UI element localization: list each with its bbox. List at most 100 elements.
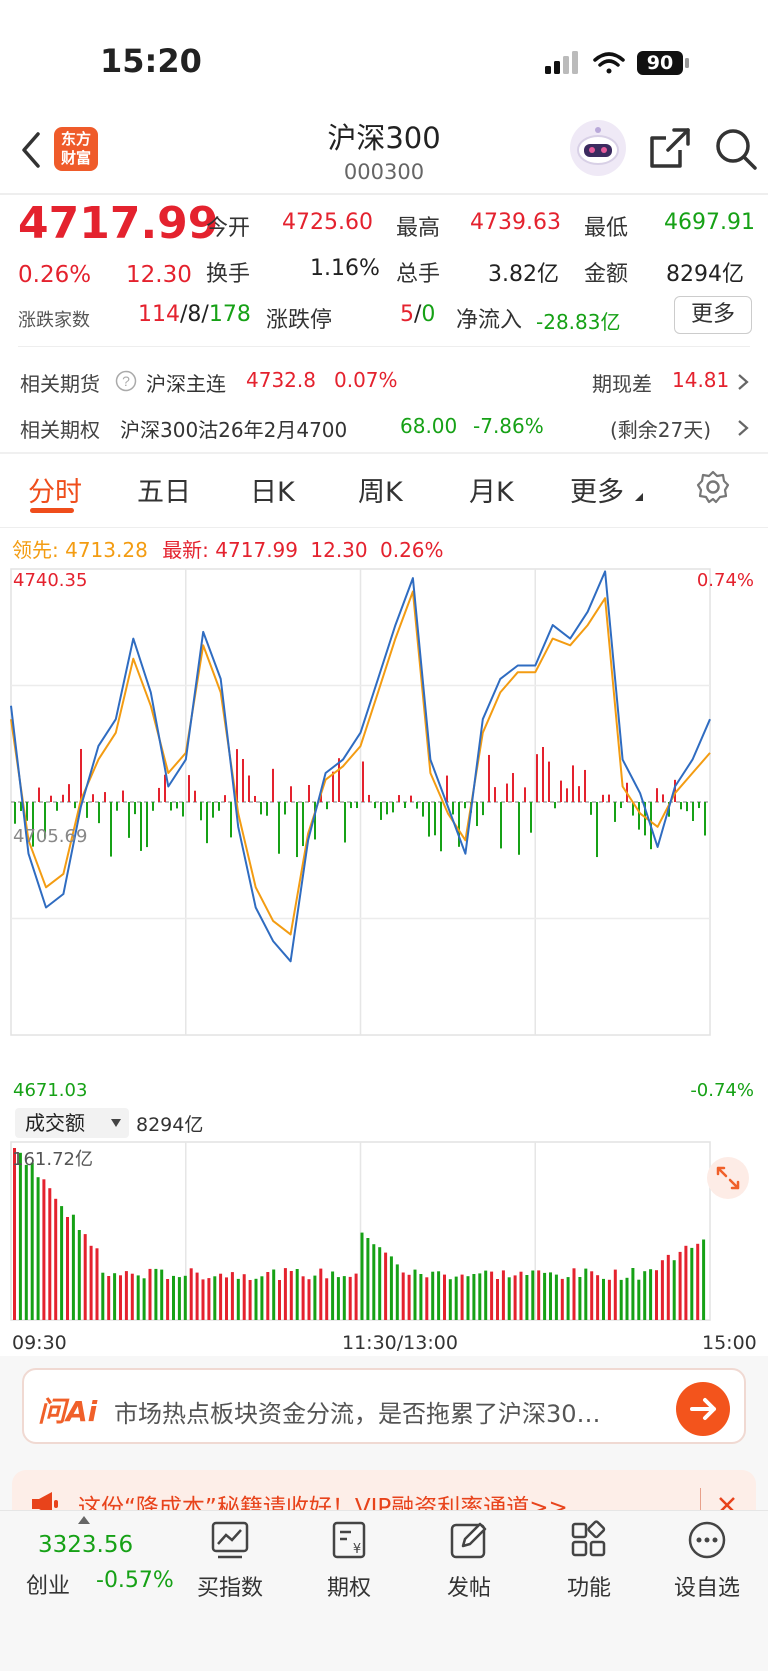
edit-icon: [450, 1522, 487, 1559]
money-flow-bar: [410, 795, 412, 802]
volume-bar: [166, 1279, 170, 1320]
volume-bars: [13, 1148, 706, 1320]
volume-bar: [660, 1260, 664, 1320]
tab-intraday[interactable]: 分时: [28, 470, 82, 509]
tab-weekly-k[interactable]: 周K: [358, 470, 403, 509]
volume-bar: [496, 1279, 499, 1320]
volume-bar: [278, 1280, 281, 1320]
futures-label: 相关期货: [20, 372, 100, 396]
money-flow-bar: [104, 792, 106, 802]
basis-label: 期现差: [592, 372, 652, 396]
tab-daily-k[interactable]: 日K: [250, 470, 295, 509]
volume-bar: [36, 1177, 40, 1320]
volume-bar: [649, 1269, 653, 1320]
money-flow-bar: [194, 790, 196, 802]
volume-bar: [466, 1276, 470, 1320]
tab-more[interactable]: 更多: [570, 470, 624, 509]
volume-chart[interactable]: [0, 1140, 768, 1328]
money-flow-bar: [248, 775, 250, 802]
money-flow-bar: [572, 765, 574, 802]
volume-bar: [89, 1245, 93, 1320]
money-flow-bar: [338, 758, 340, 802]
money-flow-bar: [482, 802, 484, 816]
breadth-up: 114: [138, 302, 180, 327]
high-value: 4739.63: [470, 210, 561, 235]
more-button[interactable]: 更多: [674, 296, 752, 334]
money-flow-bar: [368, 794, 370, 802]
tab-five-day[interactable]: 五日: [137, 470, 191, 509]
money-flow-bar: [92, 794, 94, 802]
more-dots-icon: [688, 1521, 726, 1559]
ai-prompt[interactable]: 市场热点板块资金分流，是否拖累了沪深30…: [114, 1394, 662, 1429]
volume-bar: [431, 1271, 435, 1320]
low-value: 4697.91: [664, 210, 755, 235]
expand-icon[interactable]: [706, 1156, 750, 1200]
volume-bar: [566, 1277, 570, 1320]
money-flow-bar: [530, 802, 532, 833]
options-name[interactable]: 沪深300沽26年2月4700: [120, 414, 347, 443]
document-yen-icon: ¥: [332, 1521, 366, 1559]
options-pct: -7.86%: [473, 414, 544, 438]
money-flow-bar: [332, 771, 334, 802]
info-icon[interactable]: ?: [115, 370, 137, 392]
caret-up-icon: [78, 1516, 90, 1524]
options-button[interactable]: ¥ 期权: [294, 1520, 404, 1602]
index-value[interactable]: 3323.56: [38, 1532, 133, 1558]
price-axis-mid: 4705.69: [13, 826, 88, 847]
chevron-right-icon[interactable]: [736, 372, 750, 392]
volume-selector[interactable]: 成交额: [15, 1108, 129, 1138]
money-flow-bar: [128, 802, 130, 838]
volume-bar: [519, 1271, 523, 1320]
options-label: 相关期权: [20, 418, 100, 442]
volume-bar: [490, 1271, 494, 1320]
money-flow-bar: [680, 802, 682, 810]
tab-monthly-k[interactable]: 月K: [469, 470, 514, 509]
volume-bar: [319, 1268, 323, 1320]
time-axis-mid: 11:30/13:00: [342, 1332, 458, 1354]
money-flow-bar: [356, 802, 358, 809]
cellular-signal-icon: [545, 51, 578, 74]
index-name[interactable]: 创业: [26, 1568, 70, 1600]
search-icon[interactable]: [713, 126, 759, 172]
share-icon[interactable]: [648, 126, 692, 170]
volume-selector-label: 成交额: [25, 1111, 85, 1135]
functions-button[interactable]: 功能: [534, 1520, 644, 1602]
intraday-price-chart[interactable]: [0, 565, 768, 1105]
money-flow-bar: [140, 802, 142, 851]
wifi-icon: [593, 52, 625, 74]
settings-gear-icon[interactable]: [696, 470, 730, 504]
volume-bar: [607, 1279, 611, 1320]
money-flow-bar: [302, 802, 304, 847]
money-flow-bar: [686, 802, 688, 812]
index-pct[interactable]: -0.57%: [96, 1568, 174, 1593]
volume-bar: [513, 1275, 517, 1320]
ai-submit-button[interactable]: [676, 1382, 730, 1436]
post-button[interactable]: 发帖: [414, 1520, 524, 1602]
volume-bar: [625, 1277, 629, 1320]
volume-bar: [219, 1273, 223, 1320]
dropdown-triangle-icon: [635, 493, 643, 501]
buy-index-button[interactable]: 买指数: [175, 1520, 285, 1602]
latest-label: 最新:: [162, 538, 209, 562]
volume-bar: [572, 1268, 576, 1320]
volume-bar: [637, 1279, 641, 1320]
turnover-label: 换手: [206, 262, 251, 287]
volume-value: 3.82亿: [488, 262, 559, 287]
chevron-right-icon[interactable]: [736, 418, 750, 438]
volume-bar: [189, 1268, 193, 1320]
latest-value: 4717.99: [215, 538, 299, 562]
volume-bar: [83, 1234, 87, 1320]
money-flow-bar: [392, 802, 394, 813]
money-flow-bar: [224, 795, 226, 802]
volume-bar: [619, 1279, 623, 1320]
open-value: 4725.60: [282, 210, 373, 235]
money-flow-bar: [608, 794, 610, 802]
volume-bar: [395, 1264, 399, 1320]
money-flow-bar: [602, 794, 604, 802]
add-watchlist-button[interactable]: 设自选: [652, 1520, 762, 1602]
volume-bar: [13, 1148, 16, 1320]
futures-name[interactable]: 沪深主连: [146, 368, 226, 397]
volume-bar: [354, 1273, 358, 1320]
add-watchlist-label: 设自选: [673, 1576, 740, 1601]
robot-assistant-icon[interactable]: [568, 118, 628, 178]
